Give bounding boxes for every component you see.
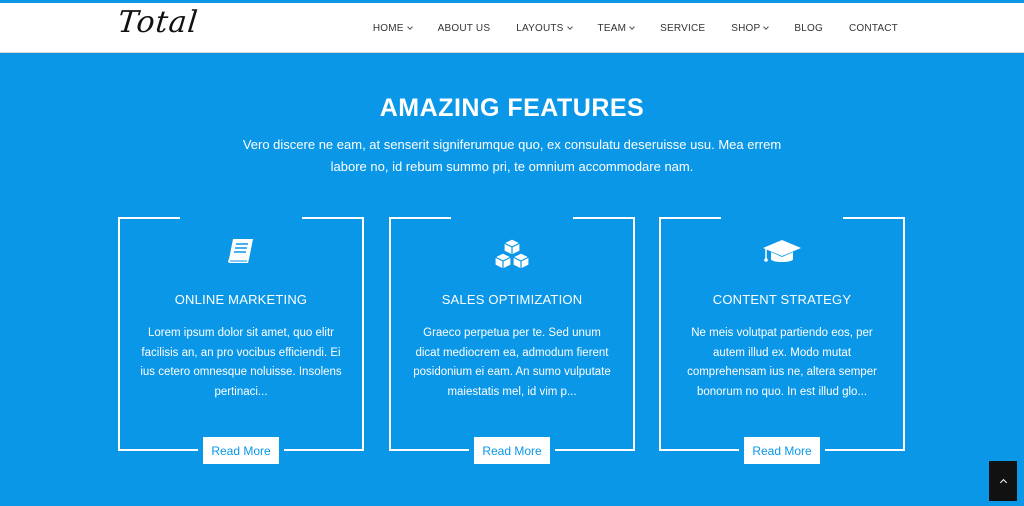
feature-card-sales-optimization: SALES OPTIMIZATION Graeco perpetua per t… <box>389 217 635 464</box>
card-border <box>555 449 635 451</box>
card-border <box>118 449 198 451</box>
nav-item-label: CONTACT <box>849 22 898 34</box>
card-border <box>284 449 364 451</box>
nav-item-label: BLOG <box>794 22 823 34</box>
card-title: SALES OPTIMIZATION <box>441 292 583 307</box>
section-description: Vero discere ne eam, at senserit signife… <box>242 137 782 174</box>
nav-item-contact[interactable]: CONTACT <box>849 23 898 34</box>
site-header: Total HOME ABOUT US LAYOUTS TEAM SERVICE… <box>0 3 1024 53</box>
nav-item-label: TEAM <box>597 22 627 34</box>
read-more-button[interactable]: Read More <box>203 437 279 464</box>
graduation-cap-icon <box>659 237 905 267</box>
chevron-down-icon <box>629 24 635 30</box>
nav-item-label: SERVICE <box>660 22 706 34</box>
card-border <box>389 449 469 451</box>
nav-item-home[interactable]: HOME <box>372 22 413 34</box>
nav-item-about-us[interactable]: ABOUT US <box>438 23 491 34</box>
card-border <box>659 217 721 219</box>
chevron-down-icon <box>566 24 573 30</box>
read-more-button[interactable]: Read More <box>474 437 550 464</box>
card-border <box>843 217 905 219</box>
card-border <box>825 449 905 451</box>
card-border <box>389 217 451 219</box>
card-text: Graeco perpetua per te. Sed unum dicat m… <box>413 327 611 398</box>
main-nav: HOME ABOUT US LAYOUTS TEAM SERVICE SHOP … <box>373 3 898 53</box>
book-icon <box>118 237 364 267</box>
nav-item-label: LAYOUTS <box>516 22 564 34</box>
nav-item-service[interactable]: SERVICE <box>660 23 705 34</box>
card-text: Ne meis volutpat partiendo eos, per aute… <box>687 327 877 398</box>
card-title: ONLINE MARKETING <box>174 292 308 307</box>
card-border <box>659 449 739 451</box>
feature-card-online-marketing: ONLINE MARKETING Lorem ipsum dolor sit a… <box>118 217 364 464</box>
read-more-button[interactable]: Read More <box>744 437 820 464</box>
nav-item-blog[interactable]: BLOG <box>794 23 823 34</box>
chevron-up-icon <box>999 478 1007 487</box>
card-title: CONTENT STRATEGY <box>712 292 852 307</box>
chevron-down-icon <box>406 24 413 30</box>
chevron-down-icon <box>763 24 770 30</box>
nav-item-shop[interactable]: SHOP <box>731 22 770 34</box>
nav-item-team[interactable]: TEAM <box>598 23 635 34</box>
nav-item-label: SHOP <box>731 22 761 34</box>
card-border <box>118 217 180 219</box>
scroll-to-top-button[interactable] <box>989 461 1017 501</box>
card-border <box>302 217 364 219</box>
nav-item-label: ABOUT US <box>437 22 491 34</box>
section-title: AMAZING FEATURES <box>379 94 645 122</box>
card-text: Lorem ipsum dolor sit amet, quo elitr fa… <box>140 327 342 398</box>
feature-card-content-strategy: CONTENT STRATEGY Ne meis volutpat partie… <box>659 217 905 464</box>
site-logo[interactable]: Total <box>116 5 200 40</box>
card-border <box>573 217 635 219</box>
nav-item-layouts[interactable]: LAYOUTS <box>516 22 573 34</box>
cubes-icon <box>389 237 635 271</box>
nav-item-label: HOME <box>372 22 404 34</box>
